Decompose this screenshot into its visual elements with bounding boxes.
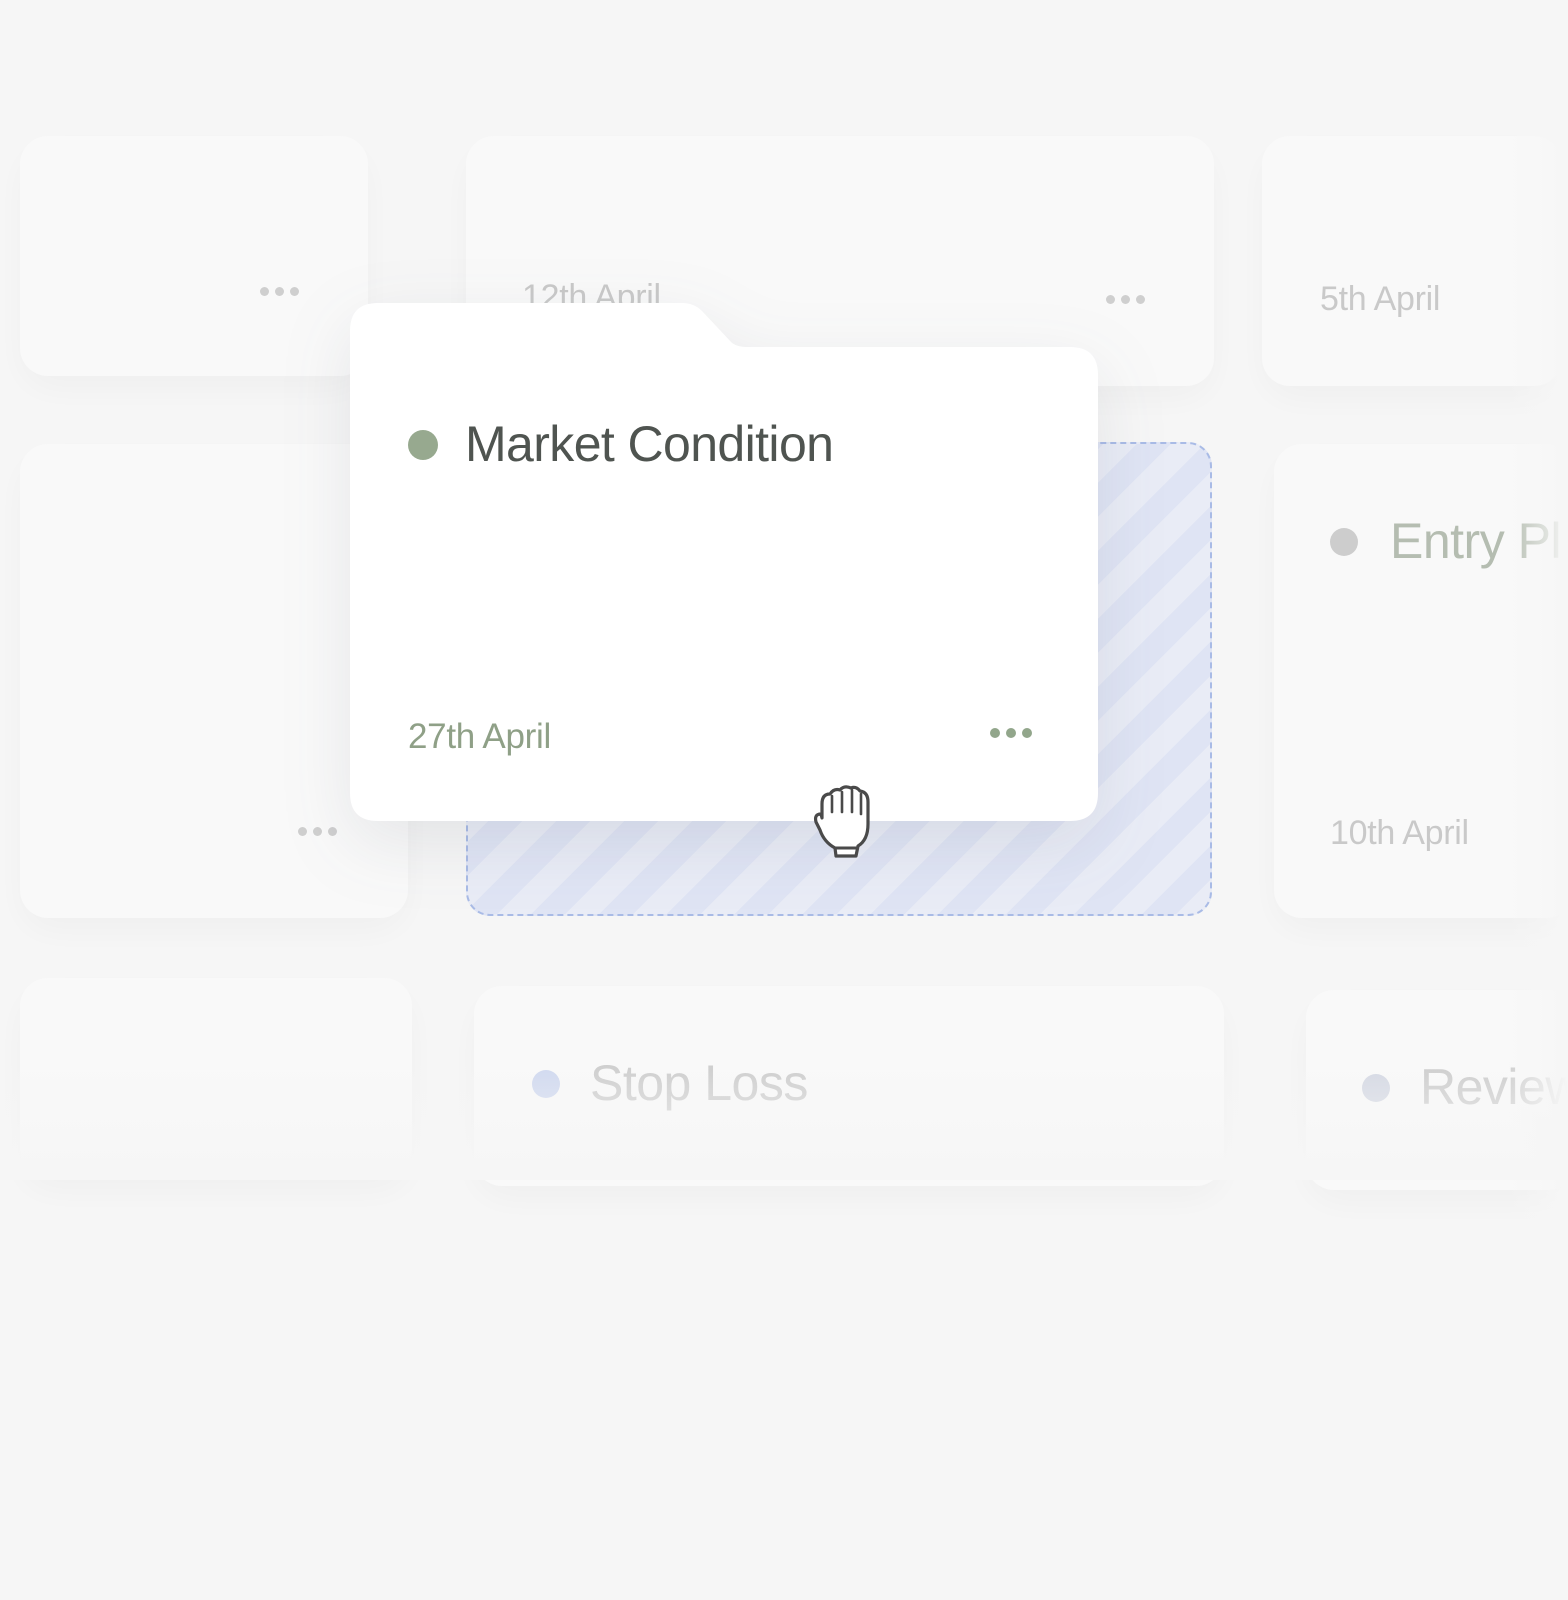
kanban-board: 12th April 5th April Entry Pl 10th April… [0,0,1568,1600]
status-dot [1362,1074,1390,1102]
card-title: Market Condition [465,416,834,472]
card-top-right[interactable]: 5th April [1262,136,1562,386]
card-title: Entry Pl [1390,513,1562,569]
card-date: 5th April [1320,280,1441,318]
card-title: Stop Loss [590,1055,808,1111]
grab-hand-icon [813,785,870,858]
card-top-left[interactable] [20,136,368,376]
card-date: 27th April [408,717,551,756]
card-bottom-right[interactable]: Review [1306,990,1568,1190]
more-options-icon[interactable] [298,827,337,836]
status-dot [532,1070,560,1098]
status-dot [1330,528,1358,556]
more-horizontal-icon[interactable] [990,728,1032,738]
card-bottom-left[interactable] [20,978,412,1178]
more-options-icon[interactable] [1106,295,1145,304]
card-middle-right[interactable]: Entry Pl 10th April [1274,444,1568,918]
card-bottom-middle[interactable]: Stop Loss [474,986,1224,1186]
status-dot [408,430,438,460]
more-options-icon[interactable] [260,287,299,296]
dragged-card[interactable]: Market Condition 27th April [350,303,1098,821]
card-date: 10th April [1330,814,1469,852]
card-title: Review [1420,1059,1568,1115]
